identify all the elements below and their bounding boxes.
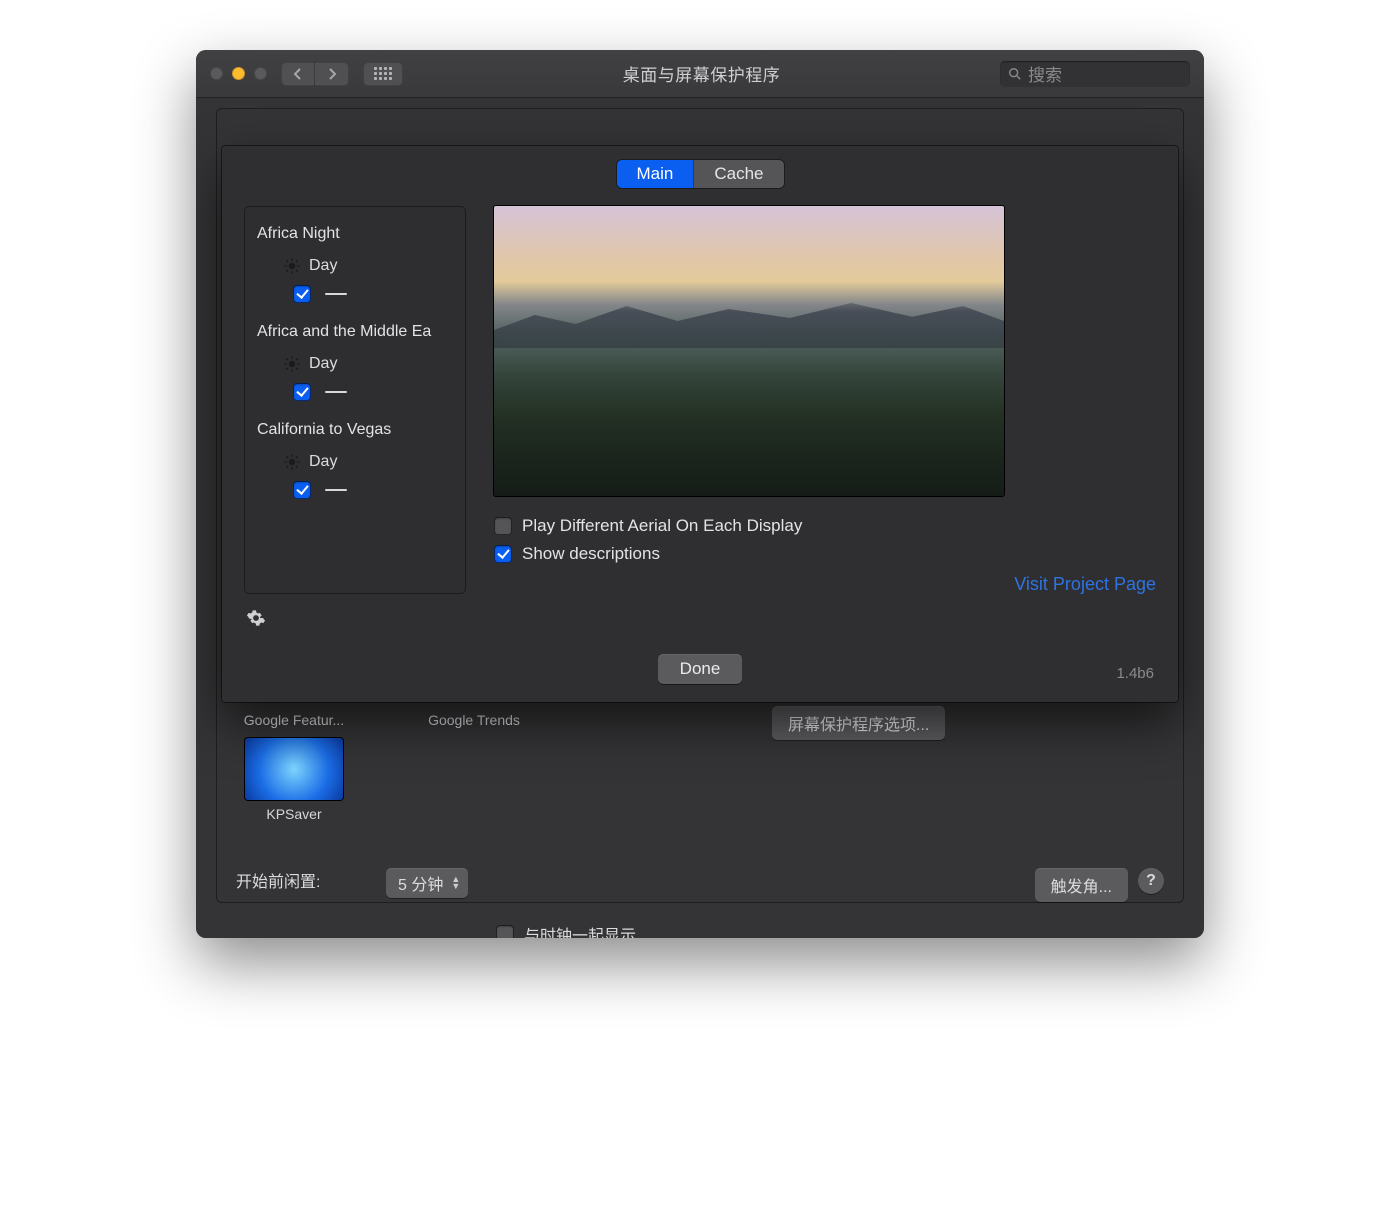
saver-label: Google Trends	[414, 712, 534, 728]
video-entry[interactable]	[293, 481, 453, 499]
hot-corners-button[interactable]: 触发角...	[1035, 868, 1128, 902]
tab-bar: Main Cache	[244, 160, 1156, 188]
tab-main[interactable]: Main	[617, 160, 695, 188]
group-title: Africa and the Middle Ea	[257, 323, 453, 341]
search-field[interactable]: 搜索	[1000, 61, 1190, 87]
window-title: 桌面与屏幕保护程序	[411, 61, 992, 86]
minimize-window-button[interactable]	[232, 67, 245, 80]
day-label: Day	[309, 355, 337, 373]
show-desc-checkbox[interactable]	[494, 545, 512, 563]
saver-item[interactable]: KPSaver	[234, 738, 354, 822]
pref-body: Google Featur... Google Trends KPSaver 屏…	[196, 98, 1204, 938]
nav-back-button[interactable]	[281, 62, 315, 86]
entry-dash-icon	[325, 293, 347, 296]
aerial-sheet: Main Cache Africa Night Day	[222, 146, 1178, 702]
window-controls	[210, 67, 267, 80]
sun-icon	[283, 453, 301, 471]
day-row: Day	[283, 355, 453, 373]
idle-select[interactable]: 5 分钟 ▲▼	[386, 868, 468, 898]
close-window-button[interactable]	[210, 67, 223, 80]
done-button[interactable]: Done	[658, 654, 743, 684]
with-clock-label: 与时钟一起显示	[524, 922, 636, 938]
bottom-controls: 开始前闲置: 5 分钟 ▲▼ 与时钟一起显示 使用随机屏幕保护程序 触发	[236, 868, 1164, 938]
project-page-link[interactable]: Visit Project Page	[1014, 574, 1156, 594]
search-icon	[1008, 67, 1022, 81]
stepper-icon: ▲▼	[451, 876, 460, 890]
day-row: Day	[283, 453, 453, 471]
sheet-body: Africa Night Day Africa and the Middle E…	[244, 206, 1156, 630]
with-clock-row: 与时钟一起显示	[496, 922, 1035, 938]
saver-grid: Google Featur... Google Trends	[234, 712, 534, 728]
preferences-window: 桌面与屏幕保护程序 搜索 Google Featur... Google Tre…	[196, 50, 1204, 938]
saver-thumb	[245, 738, 343, 800]
idle-value: 5 分钟	[398, 871, 443, 895]
sun-icon	[283, 257, 301, 275]
help-button[interactable]: ?	[1138, 868, 1164, 894]
playback-options: Play Different Aerial On Each Display Sh…	[494, 516, 1156, 564]
group-title: California to Vegas	[257, 421, 453, 439]
version-label: 1.4b6	[1116, 665, 1154, 682]
day-label: Day	[309, 257, 337, 275]
video-checkbox[interactable]	[293, 481, 311, 499]
video-list[interactable]: Africa Night Day Africa and the Middle E…	[244, 206, 466, 594]
saver-label: KPSaver	[234, 806, 354, 822]
search-placeholder: 搜索	[1028, 61, 1062, 86]
saver-item[interactable]: Google Featur...	[234, 712, 354, 728]
project-link-row: Visit Project Page	[494, 574, 1156, 595]
with-clock-checkbox[interactable]	[496, 925, 514, 938]
nav-forward-button[interactable]	[315, 62, 349, 86]
sun-icon	[283, 355, 301, 373]
show-desc-label: Show descriptions	[522, 544, 660, 564]
idle-label: 开始前闲置:	[236, 868, 320, 892]
preview-column: Play Different Aerial On Each Display Sh…	[494, 206, 1156, 630]
preview-image	[494, 206, 1004, 496]
entry-dash-icon	[325, 391, 347, 394]
video-checkbox[interactable]	[293, 383, 311, 401]
entry-dash-icon	[325, 489, 347, 492]
play-different-checkbox[interactable]	[494, 517, 512, 535]
day-row: Day	[283, 257, 453, 275]
tab-cache[interactable]: Cache	[694, 160, 783, 188]
saver-item[interactable]: Google Trends	[414, 712, 534, 728]
show-all-button[interactable]	[363, 62, 403, 86]
play-different-label: Play Different Aerial On Each Display	[522, 516, 802, 536]
group-title: Africa Night	[257, 225, 453, 243]
grid-icon	[374, 67, 392, 80]
sheet-footer: Done 1.4b6	[244, 654, 1156, 684]
titlebar: 桌面与屏幕保护程序 搜索	[196, 50, 1204, 98]
zoom-window-button[interactable]	[254, 67, 267, 80]
list-settings-button[interactable]	[244, 606, 268, 630]
screensaver-options-button[interactable]: 屏幕保护程序选项...	[772, 706, 945, 740]
gear-icon	[246, 608, 266, 628]
video-entry[interactable]	[293, 285, 453, 303]
saver-label: Google Featur...	[234, 712, 354, 728]
video-checkbox[interactable]	[293, 285, 311, 303]
day-label: Day	[309, 453, 337, 471]
nav-back-forward	[281, 62, 349, 86]
video-entry[interactable]	[293, 383, 453, 401]
